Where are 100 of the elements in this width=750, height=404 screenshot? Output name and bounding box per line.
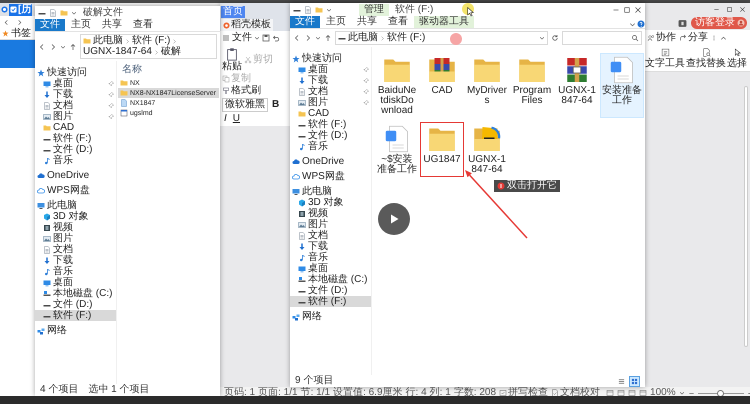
address-bar[interactable]: 此电脑 软件 (F:) UGNX-1847-64 破解 bbox=[80, 34, 217, 59]
close-icon[interactable] bbox=[739, 6, 746, 13]
nav-item[interactable]: 文档 bbox=[35, 244, 116, 255]
file-item[interactable]: Program Files bbox=[510, 53, 554, 118]
slider-thumb[interactable] bbox=[716, 390, 724, 396]
nav-item[interactable]: 图片 bbox=[35, 111, 116, 122]
search-field[interactable] bbox=[562, 31, 642, 45]
nav-item[interactable]: 文件 (D:) bbox=[290, 130, 371, 141]
ribbon-tab[interactable]: 文件 bbox=[35, 19, 65, 31]
ribbon-tab[interactable]: 共享 bbox=[352, 16, 382, 28]
menu-icon[interactable] bbox=[222, 34, 230, 42]
caret-icon[interactable] bbox=[539, 35, 545, 41]
breadcrumb-link[interactable]: UGNX-1847-64 bbox=[83, 47, 152, 57]
file-item[interactable]: BaiduNetdiskDownload bbox=[375, 53, 419, 118]
caret-icon[interactable] bbox=[254, 35, 260, 41]
breadcrumb-link[interactable]: 此电脑 bbox=[348, 33, 378, 43]
toolbar-button[interactable]: 格式刷 bbox=[222, 86, 261, 96]
nav-item[interactable]: 下载 bbox=[290, 75, 371, 86]
toolbar-button[interactable]: 协作 bbox=[647, 33, 676, 43]
nav-item[interactable]: 快速访问 bbox=[290, 53, 371, 64]
nav-item[interactable]: 软件 (F:) bbox=[35, 310, 116, 321]
collapse-icon[interactable] bbox=[720, 34, 727, 42]
up-arrow-icon[interactable] bbox=[324, 34, 332, 42]
help-icon[interactable] bbox=[637, 20, 645, 28]
breadcrumb-link[interactable]: 软件 (F:) bbox=[387, 33, 426, 43]
font-select[interactable]: 微软雅黑 bbox=[222, 98, 268, 112]
file-item[interactable]: ~$安装准备工作 bbox=[375, 122, 419, 177]
nav-item[interactable]: 网络 bbox=[35, 325, 116, 336]
nav-item[interactable]: WPS网盘 bbox=[35, 185, 116, 196]
nav-item[interactable]: 下载 bbox=[35, 89, 116, 100]
close-icon[interactable] bbox=[634, 6, 642, 14]
nav-item[interactable]: 音乐 bbox=[290, 252, 371, 263]
breadcrumb-link[interactable]: 此电脑 bbox=[93, 36, 123, 46]
nav-item[interactable]: 文档 bbox=[290, 230, 371, 241]
ribbon-tab[interactable]: 文件 bbox=[290, 16, 320, 28]
ribbon-tab[interactable]: 查看 bbox=[128, 19, 158, 31]
ribbon-tab[interactable]: 共享 bbox=[97, 19, 127, 31]
nav-item[interactable]: 图片 bbox=[290, 219, 371, 230]
up-arrow-icon[interactable] bbox=[69, 42, 77, 50]
maximize-icon[interactable] bbox=[623, 6, 631, 14]
nav-item[interactable]: 软件 (F:) bbox=[290, 119, 371, 130]
nav-item[interactable]: 桌面 bbox=[290, 64, 371, 75]
breadcrumb-link[interactable]: 软件 (F:) bbox=[132, 36, 170, 46]
view-mode-icon[interactable] bbox=[639, 389, 648, 397]
nav-item[interactable]: 视频 bbox=[290, 208, 371, 219]
file-item[interactable]: UGNX-1847-64 bbox=[465, 122, 509, 177]
toolbar-button[interactable]: 粘贴 bbox=[222, 47, 242, 72]
nav-item[interactable]: 文档 bbox=[290, 86, 371, 97]
nav-item[interactable]: 文件 (D:) bbox=[35, 144, 116, 155]
nav-item[interactable]: 桌面 bbox=[35, 277, 116, 288]
app-tab[interactable]: 稻壳模板 bbox=[221, 19, 273, 31]
caret-icon[interactable] bbox=[629, 21, 636, 28]
ribbon-tab[interactable]: 主页 bbox=[66, 19, 96, 31]
toolbar-button[interactable]: 选择 bbox=[727, 48, 747, 69]
nav-item[interactable]: 下载 bbox=[290, 241, 371, 252]
nav-item[interactable]: 本地磁盘 (C:) bbox=[35, 288, 116, 299]
caret-icon[interactable] bbox=[60, 44, 66, 50]
nav-item[interactable]: 3D 对象 bbox=[35, 211, 116, 222]
breadcrumb-link[interactable]: 破解 bbox=[160, 47, 181, 57]
zoom-reading[interactable]: 100% bbox=[650, 388, 676, 398]
view-mode-icon[interactable] bbox=[628, 389, 636, 397]
browser-tab[interactable]: [历 bbox=[9, 4, 32, 16]
app-tab[interactable]: 首页 bbox=[221, 6, 245, 18]
nav-item[interactable]: OneDrive bbox=[35, 170, 116, 181]
nav-item[interactable]: 软件 (F:) bbox=[35, 133, 116, 144]
file-item[interactable]: MyDrivers bbox=[465, 53, 509, 118]
nav-item[interactable]: 音乐 bbox=[290, 141, 371, 152]
nav-item[interactable]: 桌面 bbox=[290, 263, 371, 274]
save-icon[interactable] bbox=[262, 34, 270, 42]
nav-item[interactable]: WPS网盘 bbox=[290, 171, 371, 182]
ribbon-tab[interactable]: 查看 bbox=[383, 16, 413, 28]
toolbar-button[interactable]: 文字工具 bbox=[645, 48, 685, 69]
address-bar[interactable]: 此电脑 软件 (F:) bbox=[335, 31, 548, 45]
undo-icon[interactable] bbox=[272, 34, 280, 42]
view-mode-icon[interactable] bbox=[606, 389, 614, 397]
nav-item[interactable]: 快速访问 bbox=[35, 67, 116, 78]
bookmark-link[interactable]: 书签 bbox=[11, 28, 31, 38]
login-button[interactable]: 访客登录 bbox=[691, 17, 747, 29]
nav-item[interactable]: 文件 (D:) bbox=[290, 285, 371, 296]
view-mode-button[interactable] bbox=[629, 376, 640, 386]
nav-item[interactable]: 音乐 bbox=[35, 155, 116, 166]
file-item[interactable]: UG1847 bbox=[420, 122, 464, 177]
minimize-icon[interactable] bbox=[713, 6, 720, 13]
toolbar-button[interactable]: 查找替换 bbox=[686, 48, 726, 69]
nav-item[interactable]: OneDrive bbox=[290, 156, 371, 167]
caret-icon[interactable] bbox=[315, 35, 321, 41]
nav-item[interactable]: 本地磁盘 (C:) bbox=[290, 274, 371, 285]
column-header[interactable]: 名称 bbox=[118, 62, 219, 78]
nav-item[interactable]: 视频 bbox=[35, 222, 116, 233]
nav-item[interactable]: CAD bbox=[35, 122, 116, 133]
nav-item[interactable]: 网络 bbox=[290, 311, 371, 322]
ribbon-tab[interactable]: 驱动器工具 bbox=[414, 16, 474, 28]
toolbar-button[interactable]: 分享 bbox=[679, 33, 708, 43]
nav-item[interactable]: 此电脑 bbox=[35, 200, 116, 211]
nav-item[interactable]: 软件 (F:) bbox=[290, 296, 371, 307]
nav-item[interactable]: 此电脑 bbox=[290, 186, 371, 197]
format-button[interactable]: I bbox=[222, 114, 229, 124]
file-item[interactable]: CAD bbox=[420, 53, 464, 118]
file-item[interactable]: 安装准备工作 bbox=[600, 53, 644, 118]
status-button[interactable]: 拼写检查 bbox=[499, 388, 548, 398]
